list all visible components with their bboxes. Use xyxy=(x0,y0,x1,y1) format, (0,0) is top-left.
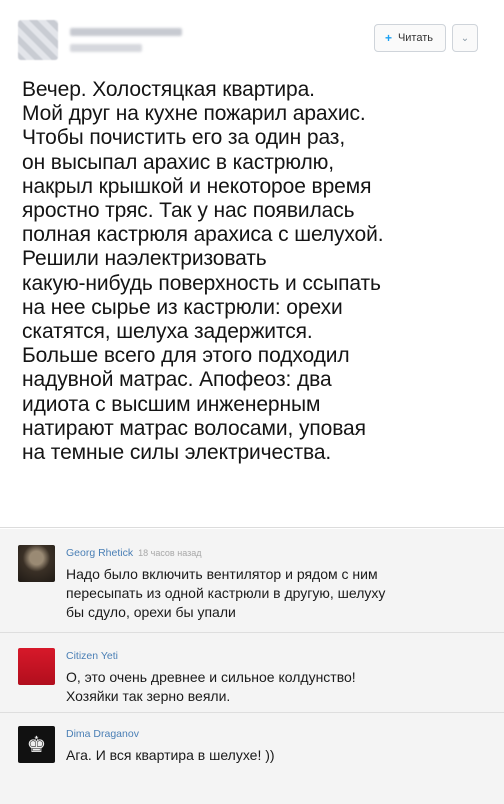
tweet-line: надувной матрас. Апофеоз: два xyxy=(22,368,332,392)
tweet-line: накрыл крышкой и некоторое время xyxy=(22,174,372,198)
author-avatar-blurred[interactable] xyxy=(18,20,58,60)
chevron-down-icon: ⌄ xyxy=(460,32,470,44)
author-name-blurred[interactable] xyxy=(70,28,182,36)
tweet-line: скатятся, шелуха задержится. xyxy=(22,320,313,344)
more-options-button[interactable]: ⌄ xyxy=(452,24,478,52)
tweet-line: яростно тряс. Так у нас появилась xyxy=(22,199,355,223)
follow-label: Читать xyxy=(397,32,433,44)
tweet-line: полная кастрюля арахиса с шелухой. xyxy=(22,223,384,247)
comment-line: бы сдуло, орехи бы упали xyxy=(66,604,236,620)
comment-text: Надо было включить вентилятор и рядом с … xyxy=(66,565,385,622)
tweet-line: идиота с высшим инженерным xyxy=(22,392,321,416)
commenter-avatar[interactable] xyxy=(18,648,55,685)
tweet-line: какую-нибудь поверхность и ссыпать xyxy=(22,271,381,295)
comment-line: О, это очень древнее и сильное колдунств… xyxy=(66,669,356,685)
comment-line: пересыпать из одной кастрюли в другую, ш… xyxy=(66,585,386,601)
commenter-avatar[interactable] xyxy=(18,545,55,582)
tweet-line: натирают матрас волосами, уповая xyxy=(22,416,366,440)
tweet-text: Вечер. Холостяцкая квартира. Мой друг на… xyxy=(22,78,492,465)
add-user-icon: + xyxy=(384,31,392,45)
comment-author-name[interactable]: Citizen Yeti xyxy=(66,650,118,662)
comment-author[interactable]: Georg Rhetick 18 часов назад xyxy=(66,547,201,559)
comment-divider xyxy=(0,632,504,633)
comment-line: Хозяйки так зерно веяли. xyxy=(66,688,231,704)
tweet-line: он высыпал арахис в кастрюлю, xyxy=(22,150,335,174)
tweet-line: на темные силы электричества. xyxy=(22,441,332,465)
comment-divider xyxy=(0,712,504,713)
tweet-card: + Читать ⌄ Вечер. Холостяцкая квартира. … xyxy=(0,0,504,528)
comment-timestamp: 18 часов назад xyxy=(138,548,202,558)
emblem-icon: ♚ xyxy=(26,731,47,757)
comments-section: Georg Rhetick 18 часов назад Надо было вк… xyxy=(0,529,504,804)
comment-author-name[interactable]: Dima Draganov xyxy=(66,728,139,740)
tweet-line: Вечер. Холостяцкая квартира. xyxy=(22,78,315,101)
comment-line: Надо было включить вентилятор и рядом с … xyxy=(66,566,378,582)
comment-text: Ага. И вся квартира в шелухе! )) xyxy=(66,746,275,765)
comment-text: О, это очень древнее и сильное колдунств… xyxy=(66,668,356,706)
commenter-avatar[interactable]: ♚ xyxy=(18,726,55,763)
author-handle-blurred xyxy=(70,44,142,52)
tweet-line: Чтобы почистить его за один раз, xyxy=(22,126,346,150)
comment-author-name[interactable]: Georg Rhetick xyxy=(66,547,133,559)
tweet-header: + Читать ⌄ xyxy=(18,18,486,66)
tweet-line: Мой друг на кухне пожарил арахис. xyxy=(22,102,366,126)
follow-button[interactable]: + Читать xyxy=(373,24,446,52)
comment-line: Ага. И вся квартира в шелухе! )) xyxy=(66,747,275,763)
tweet-line: Решили наэлектризовать xyxy=(22,247,267,271)
tweet-line: Больше всего для этого подходил xyxy=(22,344,350,368)
tweet-line: на нее сырье из кастрюли: орехи xyxy=(22,295,343,319)
